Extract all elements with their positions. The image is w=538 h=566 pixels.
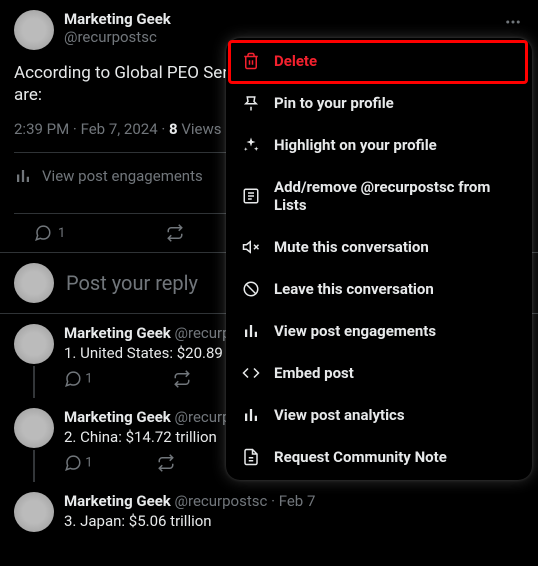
menu-label: View post analytics	[274, 406, 405, 424]
menu-pin[interactable]: Pin to your profile	[226, 82, 532, 124]
menu-label: Request Community Note	[274, 448, 447, 466]
menu-label: Delete	[274, 52, 317, 70]
avatar[interactable]	[14, 263, 54, 303]
repost-icon	[157, 454, 175, 472]
repost-button[interactable]	[166, 224, 184, 242]
author-name[interactable]: Marketing Geek	[64, 408, 171, 426]
post-time[interactable]: 2:39 PM	[14, 120, 69, 138]
pin-icon	[242, 94, 260, 112]
views-count: 8	[169, 120, 178, 138]
note-icon	[242, 448, 260, 466]
menu-embed[interactable]: Embed post	[226, 352, 532, 394]
menu-label: Mute this conversation	[274, 238, 429, 256]
reply-icon	[64, 454, 82, 472]
analytics-icon	[14, 167, 32, 185]
analytics-icon	[242, 406, 260, 424]
menu-label: Leave this conversation	[274, 280, 434, 298]
post-date[interactable]: Feb 7, 2024	[81, 120, 158, 138]
menu-engagements[interactable]: View post engagements	[226, 310, 532, 352]
menu-highlight[interactable]: Highlight on your profile	[226, 124, 532, 166]
thread-line	[33, 450, 35, 482]
reply-button[interactable]: 1	[64, 454, 93, 472]
thread-content: Marketing Geek @recurpostsc · Feb 7 3. J…	[64, 492, 524, 536]
author-handle[interactable]: @recurpostsc	[175, 492, 268, 510]
menu-community-note[interactable]: Request Community Note	[226, 436, 532, 478]
author-name[interactable]: Marketing Geek	[64, 324, 171, 342]
repost-button[interactable]	[157, 454, 175, 472]
avatar[interactable]	[14, 10, 54, 50]
thread-text: 3. Japan: $5.06 trillion	[64, 512, 524, 530]
reply-icon	[34, 224, 52, 242]
views-label: Views	[181, 120, 221, 138]
leave-icon	[242, 280, 260, 298]
thread-date: ·	[271, 492, 279, 510]
reply-placeholder: Post your reply	[66, 271, 198, 295]
menu-analytics[interactable]: View post analytics	[226, 394, 532, 436]
menu-lists[interactable]: Add/remove @recurpostsc from Lists	[226, 166, 532, 226]
menu-label: View post engagements	[274, 322, 436, 340]
reply-count: 1	[85, 372, 92, 387]
menu-label: Highlight on your profile	[274, 136, 437, 154]
sparkle-icon	[242, 136, 260, 154]
list-icon	[242, 187, 260, 205]
avatar[interactable]	[14, 408, 54, 448]
menu-leave[interactable]: Leave this conversation	[226, 268, 532, 310]
engagements-label: View post engagements	[42, 167, 203, 185]
avatar-column	[14, 492, 54, 536]
code-icon	[242, 364, 260, 382]
reply-count: 1	[85, 456, 92, 471]
context-menu: Delete Pin to your profile Highlight on …	[226, 38, 532, 480]
repost-icon	[173, 370, 191, 388]
thread-item[interactable]: Marketing Geek @recurpostsc · Feb 7 3. J…	[0, 482, 538, 536]
more-options-icon[interactable]	[502, 10, 524, 33]
analytics-icon	[242, 322, 260, 340]
thread-author: Marketing Geek @recurpostsc · Feb 7	[64, 492, 524, 510]
reply-icon	[64, 370, 82, 388]
trash-icon	[242, 52, 260, 70]
avatar-column	[14, 408, 54, 482]
menu-label: Pin to your profile	[274, 94, 394, 112]
thread-line	[33, 366, 35, 398]
repost-button[interactable]	[173, 370, 191, 388]
avatar[interactable]	[14, 492, 54, 532]
menu-label: Add/remove @recurpostsc from Lists	[274, 178, 516, 214]
reply-count: 1	[58, 226, 65, 241]
repost-icon	[166, 224, 184, 242]
menu-delete[interactable]: Delete	[226, 40, 532, 82]
thread-date[interactable]: Feb 7	[279, 492, 316, 510]
author-name[interactable]: Marketing Geek	[64, 492, 171, 510]
reply-button[interactable]: 1	[64, 370, 93, 388]
mute-icon	[242, 238, 260, 256]
menu-label: Embed post	[274, 364, 354, 382]
author-name[interactable]: Marketing Geek	[64, 10, 492, 28]
menu-mute[interactable]: Mute this conversation	[226, 226, 532, 268]
reply-button[interactable]: 1	[34, 224, 65, 242]
avatar-column	[14, 324, 54, 398]
avatar[interactable]	[14, 324, 54, 364]
